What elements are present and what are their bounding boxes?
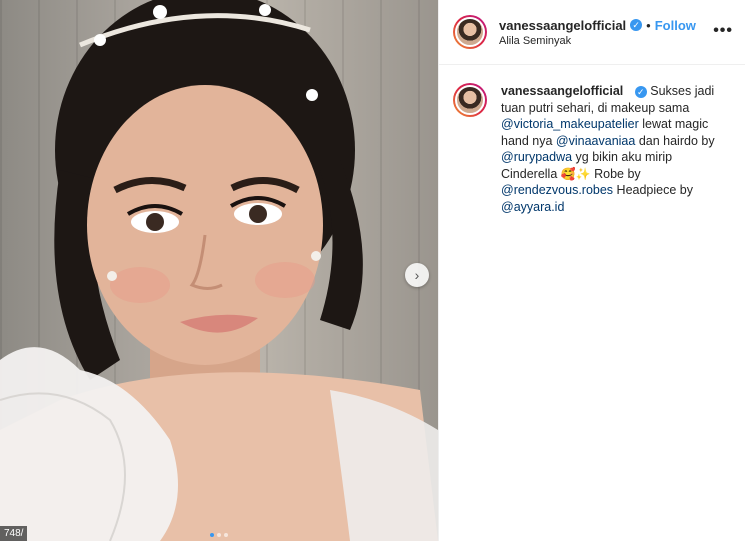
post-image[interactable]: › 748/ bbox=[0, 0, 438, 541]
separator: • bbox=[646, 17, 651, 33]
avatar[interactable] bbox=[453, 83, 487, 117]
portrait-illustration bbox=[0, 0, 438, 541]
verified-badge-icon: ✓ bbox=[634, 86, 647, 98]
post-sidebar: vanessaangelofficial ✓ • Follow Alila Se… bbox=[438, 0, 745, 541]
avatar[interactable] bbox=[453, 15, 487, 49]
verified-badge-icon: ✓ bbox=[630, 19, 643, 31]
caption-segment: Robe by bbox=[590, 166, 641, 181]
next-image-button[interactable]: › bbox=[405, 263, 429, 287]
caption: vanessaangelofficial ✓ Sukses jadi tuan … bbox=[439, 65, 745, 215]
caption-segment: Headpiece by bbox=[613, 183, 693, 197]
carousel-dot bbox=[210, 533, 214, 537]
chevron-right-icon: › bbox=[414, 267, 420, 283]
mention-link[interactable]: @victoria_makeupatelier bbox=[501, 117, 639, 131]
mention-link[interactable]: @vinaavaniaa bbox=[556, 134, 635, 148]
mention-link[interactable]: @ayyara.id bbox=[501, 200, 564, 214]
image-counter: 748/ bbox=[0, 526, 28, 541]
carousel-dot bbox=[224, 533, 228, 537]
emoji: 🥰✨ bbox=[560, 166, 591, 181]
carousel-dot bbox=[217, 533, 221, 537]
carousel-indicator bbox=[0, 533, 438, 537]
mention-link[interactable]: @rurypadwa bbox=[501, 150, 572, 164]
location-link[interactable]: Alila Seminyak bbox=[499, 35, 696, 47]
caption-text: vanessaangelofficial ✓ Sukses jadi tuan … bbox=[501, 83, 731, 215]
caption-username-link[interactable]: vanessaangelofficial bbox=[501, 84, 623, 98]
mention-link[interactable]: @rendezvous.robes bbox=[501, 183, 613, 197]
caption-segment: dan hairdo by bbox=[635, 133, 715, 148]
post-header: vanessaangelofficial ✓ • Follow Alila Se… bbox=[439, 0, 745, 65]
username-link[interactable]: vanessaangelofficial bbox=[499, 18, 626, 33]
follow-button[interactable]: Follow bbox=[655, 18, 696, 33]
more-options-icon[interactable]: ••• bbox=[713, 22, 733, 40]
